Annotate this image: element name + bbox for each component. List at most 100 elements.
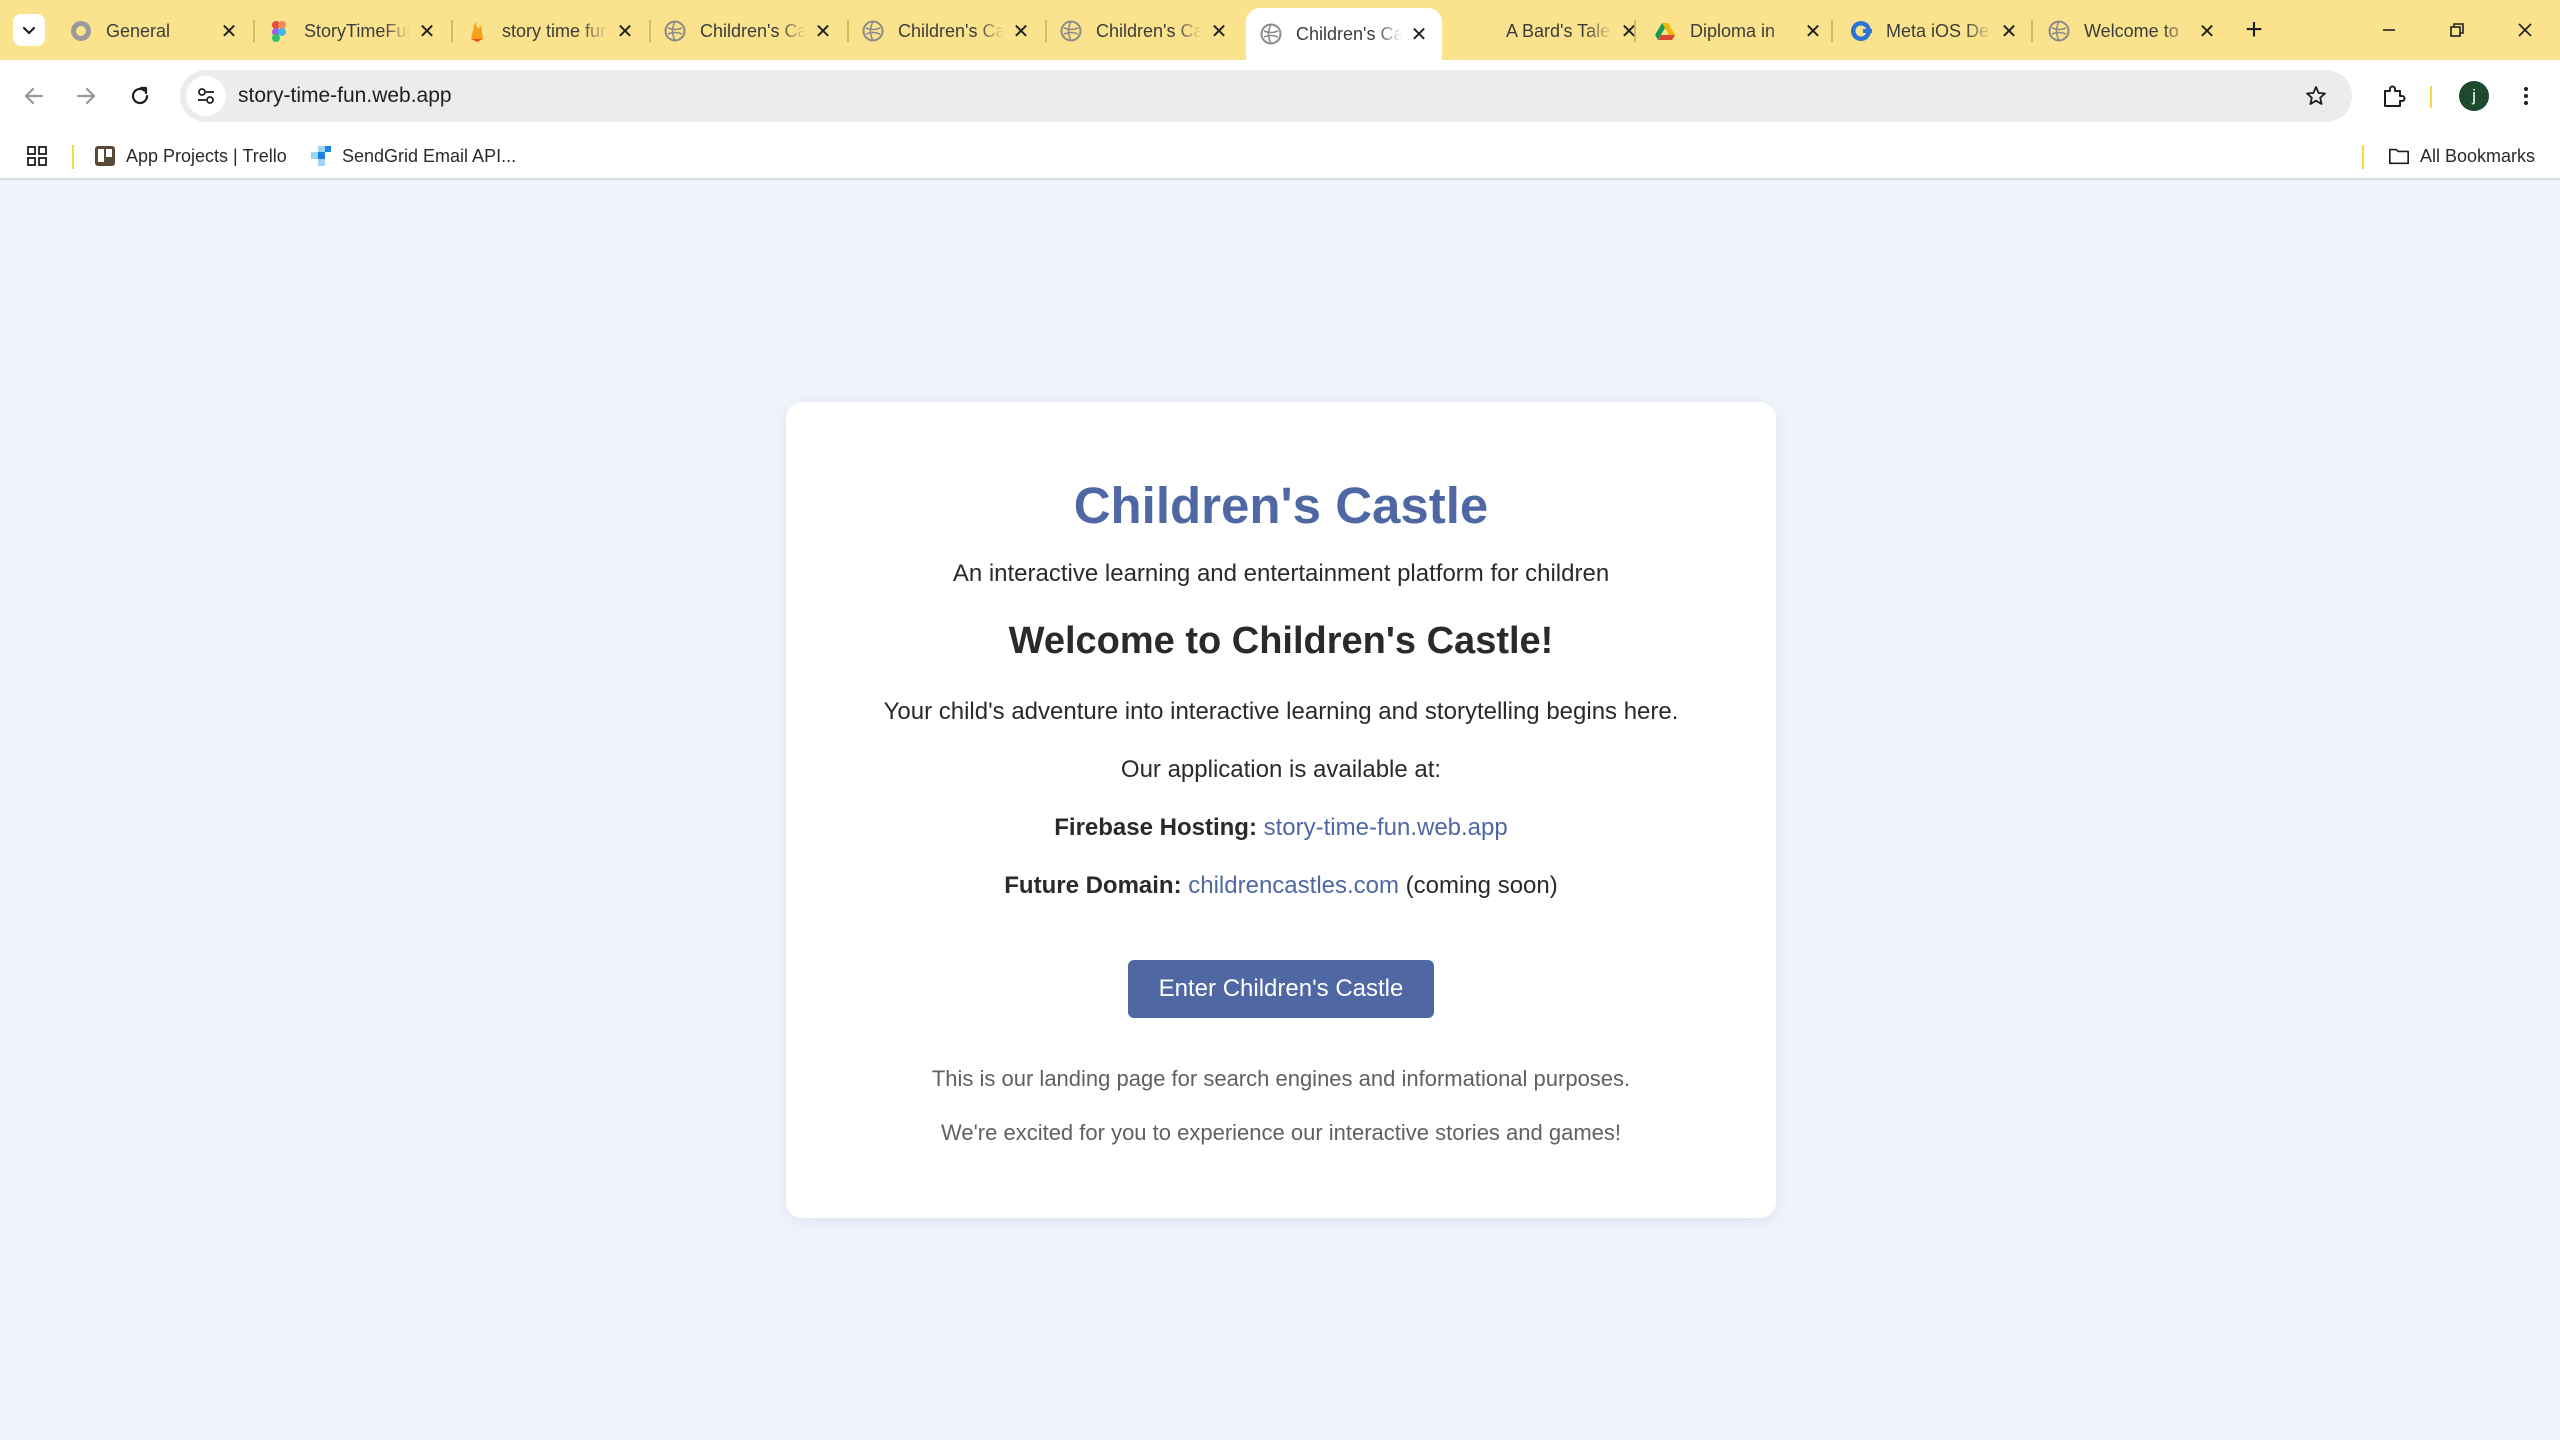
bookmark-separator <box>2362 145 2364 169</box>
close-icon[interactable]: ✕ <box>416 20 438 43</box>
star-icon <box>2306 86 2326 105</box>
tab-childrens-castle[interactable]: Children's Castle ✕ <box>848 8 1044 54</box>
hosting-label: Firebase Hosting: <box>1054 814 1257 841</box>
restore-icon <box>2450 23 2464 37</box>
tab-meta-ios[interactable]: Meta iOS Dev ✕ <box>1836 8 2032 54</box>
close-icon[interactable]: ✕ <box>218 20 240 43</box>
plus-icon: + <box>2245 13 2263 46</box>
blank-page-icon <box>1470 20 1492 42</box>
bookmark-sendgrid[interactable]: SendGrid Email API... <box>310 140 516 172</box>
chevron-down-icon <box>22 26 36 35</box>
apps-button[interactable] <box>26 140 48 172</box>
site-info-button[interactable] <box>186 76 226 116</box>
close-icon[interactable]: ✕ <box>1618 20 1640 43</box>
tab-separator <box>2031 20 2033 42</box>
github-icon <box>70 20 92 42</box>
close-icon[interactable]: ✕ <box>1802 20 1824 43</box>
tab-search-button[interactable] <box>13 14 45 46</box>
close-icon[interactable]: ✕ <box>2196 20 2218 43</box>
reload-button[interactable] <box>118 74 162 118</box>
new-tab-button[interactable]: + <box>2236 12 2272 48</box>
tab-childrens-castle[interactable]: Children's Castle ✕ <box>650 8 846 54</box>
bookmarks-bar: App Projects | Trello SendGrid Email API… <box>0 132 2560 180</box>
tab-title: A Bard's Tale <box>1506 20 1611 41</box>
tab-title: story time fun <box>502 20 608 41</box>
close-icon[interactable]: ✕ <box>812 20 834 43</box>
tab-story-time[interactable]: story time fun ✕ <box>452 8 648 54</box>
figma-icon <box>268 20 290 42</box>
domain-link[interactable]: childrencastles.com <box>1188 872 1399 899</box>
domain-line: Future Domain: childrencastles.com (comi… <box>786 872 1776 900</box>
close-icon[interactable]: ✕ <box>1408 23 1430 46</box>
minimize-icon <box>2383 29 2395 31</box>
hosting-line: Firebase Hosting: story-time-fun.web.app <box>786 814 1776 842</box>
close-window-button[interactable] <box>2490 0 2560 60</box>
profile-button[interactable]: j <box>2452 74 2496 118</box>
puzzle-icon <box>2384 85 2406 107</box>
firebase-icon <box>466 20 488 42</box>
restore-button[interactable] <box>2422 0 2492 60</box>
avatar: j <box>2459 81 2489 111</box>
browser-toolbar: story-time-fun.web.app j <box>0 60 2560 132</box>
tab-diploma[interactable]: Diploma in ✕ <box>1640 8 1836 54</box>
apps-grid-icon <box>27 146 47 166</box>
welcome-heading: Welcome to Children's Castle! <box>1008 620 1554 662</box>
tab-title: Children's Castle <box>898 20 1004 41</box>
landing-card: Children's Castle An interactive learnin… <box>786 402 1776 1218</box>
forward-button[interactable] <box>64 74 108 118</box>
enter-castle-button[interactable]: Enter Children's Castle <box>1128 960 1434 1018</box>
back-button[interactable] <box>12 74 56 118</box>
tab-welcome[interactable]: Welcome to ✕ <box>2034 8 2230 54</box>
more-vertical-icon <box>2524 87 2528 105</box>
close-icon <box>2518 23 2532 37</box>
tab-title: Children's Castle <box>1096 20 1202 41</box>
tab-title: StoryTimeFun <box>304 20 410 41</box>
domain-note: (coming soon) <box>1405 872 1558 899</box>
domain-label: Future Domain: <box>1004 872 1182 899</box>
arrow-right-icon <box>76 87 96 105</box>
globe-icon <box>1260 23 1282 45</box>
folder-icon <box>2388 145 2410 167</box>
all-bookmarks-button[interactable]: All Bookmarks <box>2388 140 2535 172</box>
bookmark-star-button[interactable] <box>2294 74 2338 118</box>
bookmark-label: App Projects | Trello <box>126 145 287 166</box>
tab-title: Children's Castle <box>700 20 806 41</box>
tab-general[interactable]: General ✕ <box>56 8 252 54</box>
tab-childrens-castle[interactable]: Children's Castle ✕ <box>1046 8 1242 54</box>
extensions-button[interactable] <box>2372 74 2416 118</box>
drive-icon <box>1654 20 1676 42</box>
globe-icon <box>1060 20 1082 42</box>
all-bookmarks-label: All Bookmarks <box>2420 145 2536 166</box>
close-icon[interactable]: ✕ <box>1208 20 1230 43</box>
tab-storytimefun[interactable]: StoryTimeFun ✕ <box>254 8 450 54</box>
tab-title: General <box>106 20 171 41</box>
hosting-link[interactable]: story-time-fun.web.app <box>1264 814 1508 841</box>
trello-icon <box>94 145 116 167</box>
close-icon[interactable]: ✕ <box>614 20 636 43</box>
globe-icon <box>664 20 686 42</box>
intro-text: Your child's adventure into interactive … <box>883 698 1679 725</box>
close-icon[interactable]: ✕ <box>1010 20 1032 43</box>
tab-separator <box>1634 20 1636 42</box>
browser-menu-button[interactable] <box>2504 74 2548 118</box>
arrow-left-icon <box>24 87 44 105</box>
minimize-button[interactable] <box>2354 0 2424 60</box>
tab-childrens-castle-active[interactable]: Children's Castle ✕ <box>1246 8 1442 60</box>
globe-icon <box>862 20 884 42</box>
globe-icon <box>2048 20 2070 42</box>
toolbar-separator <box>2430 86 2432 108</box>
close-icon[interactable]: ✕ <box>1998 20 2020 43</box>
bookmark-label: SendGrid Email API... <box>342 145 517 166</box>
url-text[interactable]: story-time-fun.web.app <box>238 84 2294 108</box>
bookmark-separator <box>72 145 74 169</box>
tab-title: Diploma in <box>1690 20 1776 41</box>
tab-a-bards-tale[interactable]: A Bard's Tale ✕ <box>1456 8 1652 54</box>
tab-strip: General ✕ StoryTimeFun ✕ story time fun … <box>0 0 2560 60</box>
bookmark-trello[interactable]: App Projects | Trello <box>94 140 287 172</box>
sendgrid-icon <box>310 145 332 167</box>
address-bar[interactable]: story-time-fun.web.app <box>180 70 2352 122</box>
footer-note: This is our landing page for search engi… <box>931 1066 1631 1091</box>
tab-title: Welcome to <box>2084 20 2179 41</box>
footer-message: We're excited for you to experience our … <box>940 1120 1622 1145</box>
page-title: Children's Castle <box>1073 477 1489 534</box>
